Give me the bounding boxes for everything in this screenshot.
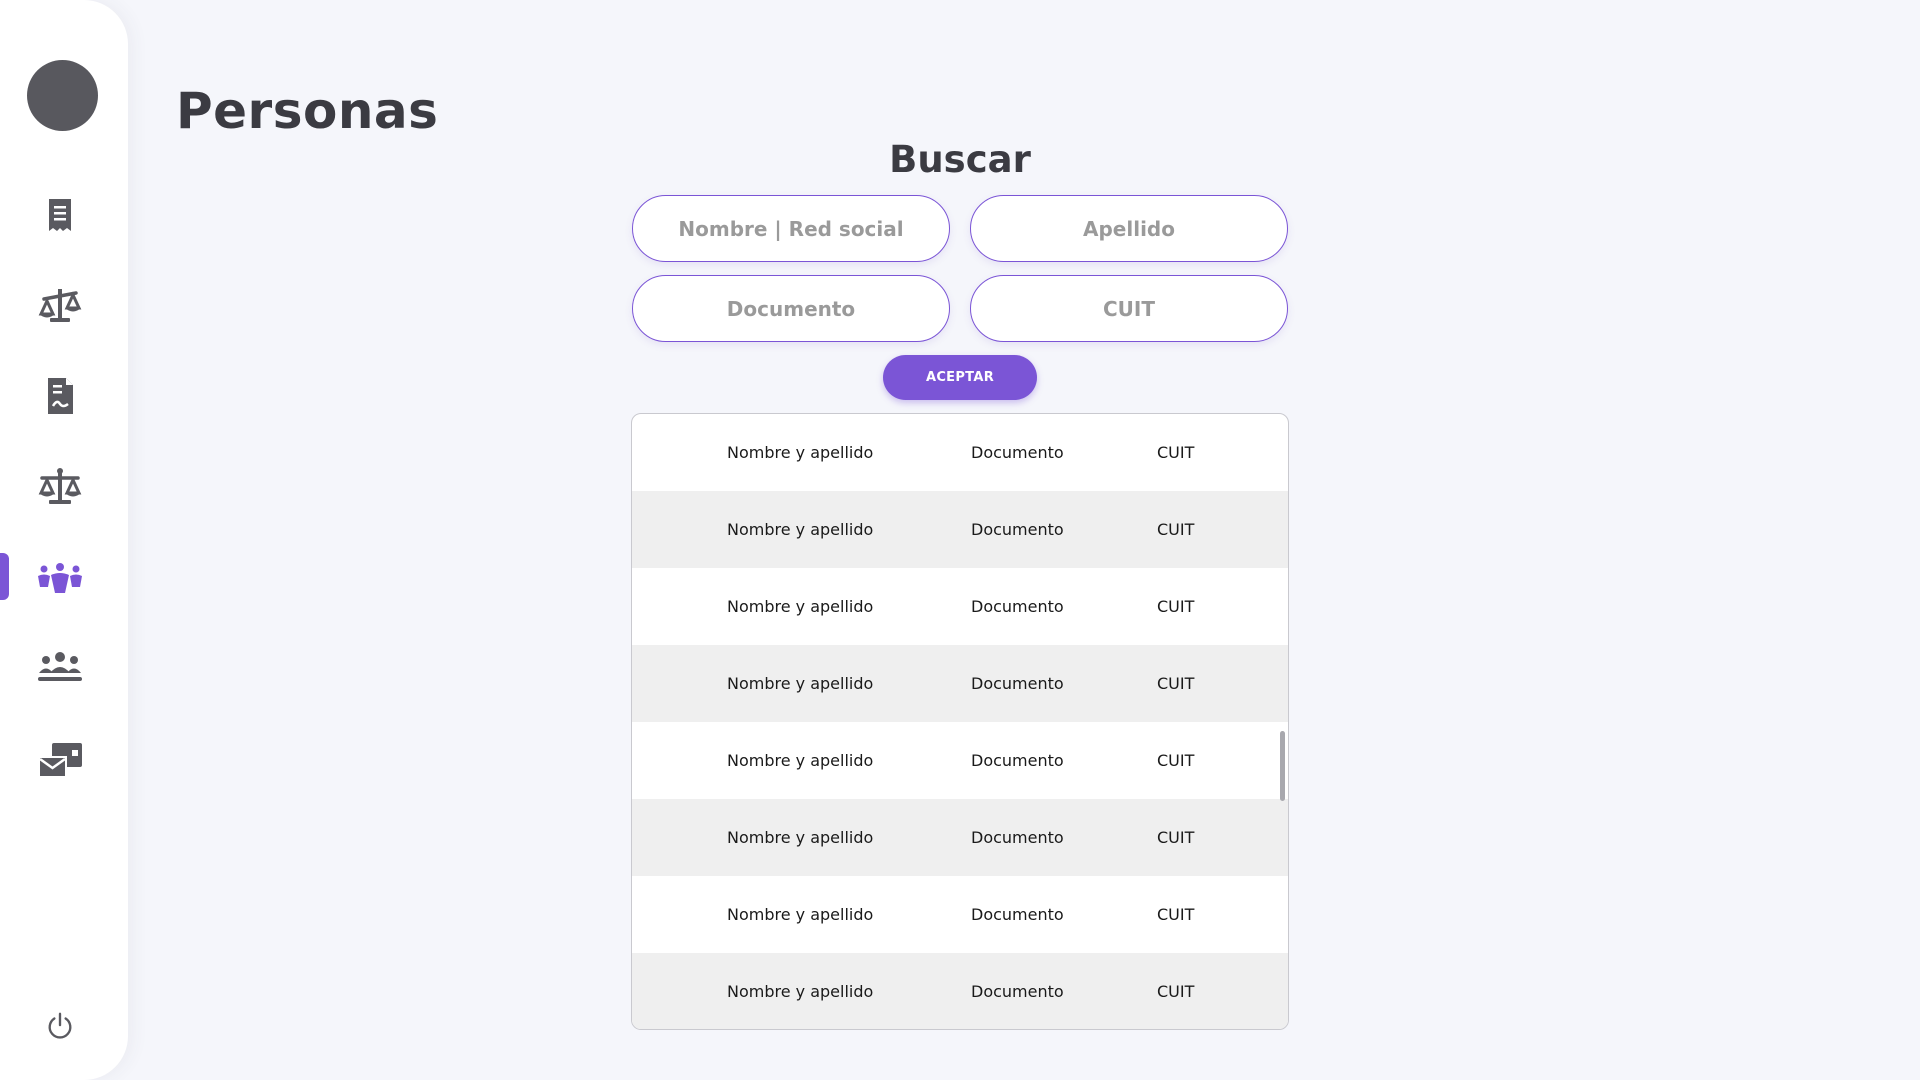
cell-document: Documento [971,828,1064,847]
sidebar-item-documents[interactable] [28,366,92,426]
cell-cuit: CUIT [1157,597,1195,616]
people-icon [38,563,82,593]
cell-document: Documento [971,520,1064,539]
cell-document: Documento [971,982,1064,1001]
sidebar [0,0,128,1080]
cuit-field[interactable] [970,275,1288,342]
table-row[interactable]: Nombre y apellido Documento CUIT [632,414,1288,491]
cell-cuit: CUIT [1157,982,1195,1001]
page-title: Personas [176,82,439,140]
document-icon [48,378,73,414]
lastname-input[interactable] [983,216,1275,241]
cell-cuit: CUIT [1157,443,1195,462]
cell-name: Nombre y apellido [727,443,874,462]
cuit-input[interactable] [983,296,1275,321]
logout-button[interactable] [40,1006,80,1046]
power-icon [48,1012,72,1039]
cell-cuit: CUIT [1157,828,1195,847]
table-row[interactable]: Nombre y apellido Documento CUIT [632,722,1288,799]
cell-name: Nombre y apellido [727,905,874,924]
active-indicator [0,553,9,600]
sidebar-item-mail[interactable] [28,729,92,789]
table-scrollbar[interactable] [1280,731,1285,801]
cell-cuit: CUIT [1157,674,1195,693]
cell-name: Nombre y apellido [727,597,874,616]
scale-icon [38,289,82,322]
balance-icon [38,468,82,504]
cell-document: Documento [971,674,1064,693]
table-row[interactable]: Nombre y apellido Documento CUIT [632,491,1288,568]
cell-name: Nombre y apellido [727,751,874,770]
name-field[interactable] [632,195,950,262]
cell-document: Documento [971,597,1064,616]
table-row[interactable]: Nombre y apellido Documento CUIT [632,645,1288,722]
mail-icon [38,743,82,778]
cell-name: Nombre y apellido [727,828,874,847]
table-row[interactable]: Nombre y apellido Documento CUIT [632,876,1288,953]
cell-cuit: CUIT [1157,520,1195,539]
cell-document: Documento [971,751,1064,770]
lastname-field[interactable] [970,195,1288,262]
cell-document: Documento [971,905,1064,924]
sidebar-item-receipts[interactable] [28,185,92,245]
accept-button[interactable]: ACEPTAR [883,355,1037,400]
name-input[interactable] [645,216,937,241]
sidebar-item-balance[interactable] [28,457,92,517]
table-row[interactable]: Nombre y apellido Documento CUIT [632,568,1288,645]
cell-cuit: CUIT [1157,905,1195,924]
receipt-icon [49,199,71,231]
results-table: Nombre y apellido Documento CUIT Nombre … [631,413,1289,1030]
cell-name: Nombre y apellido [727,982,874,1001]
cell-name: Nombre y apellido [727,520,874,539]
avatar[interactable] [27,60,98,131]
document-input[interactable] [645,296,937,321]
group-icon [38,652,82,681]
cell-cuit: CUIT [1157,751,1195,770]
document-field[interactable] [632,275,950,342]
sidebar-item-people[interactable] [28,547,92,607]
table-row[interactable]: Nombre y apellido Documento CUIT [632,799,1288,876]
cell-document: Documento [971,443,1064,462]
sidebar-item-groups[interactable] [28,638,92,698]
cell-name: Nombre y apellido [727,674,874,693]
table-row[interactable]: Nombre y apellido Documento CUIT [632,953,1288,1029]
sidebar-item-scale[interactable] [28,275,92,335]
search-title: Buscar [889,138,1031,181]
